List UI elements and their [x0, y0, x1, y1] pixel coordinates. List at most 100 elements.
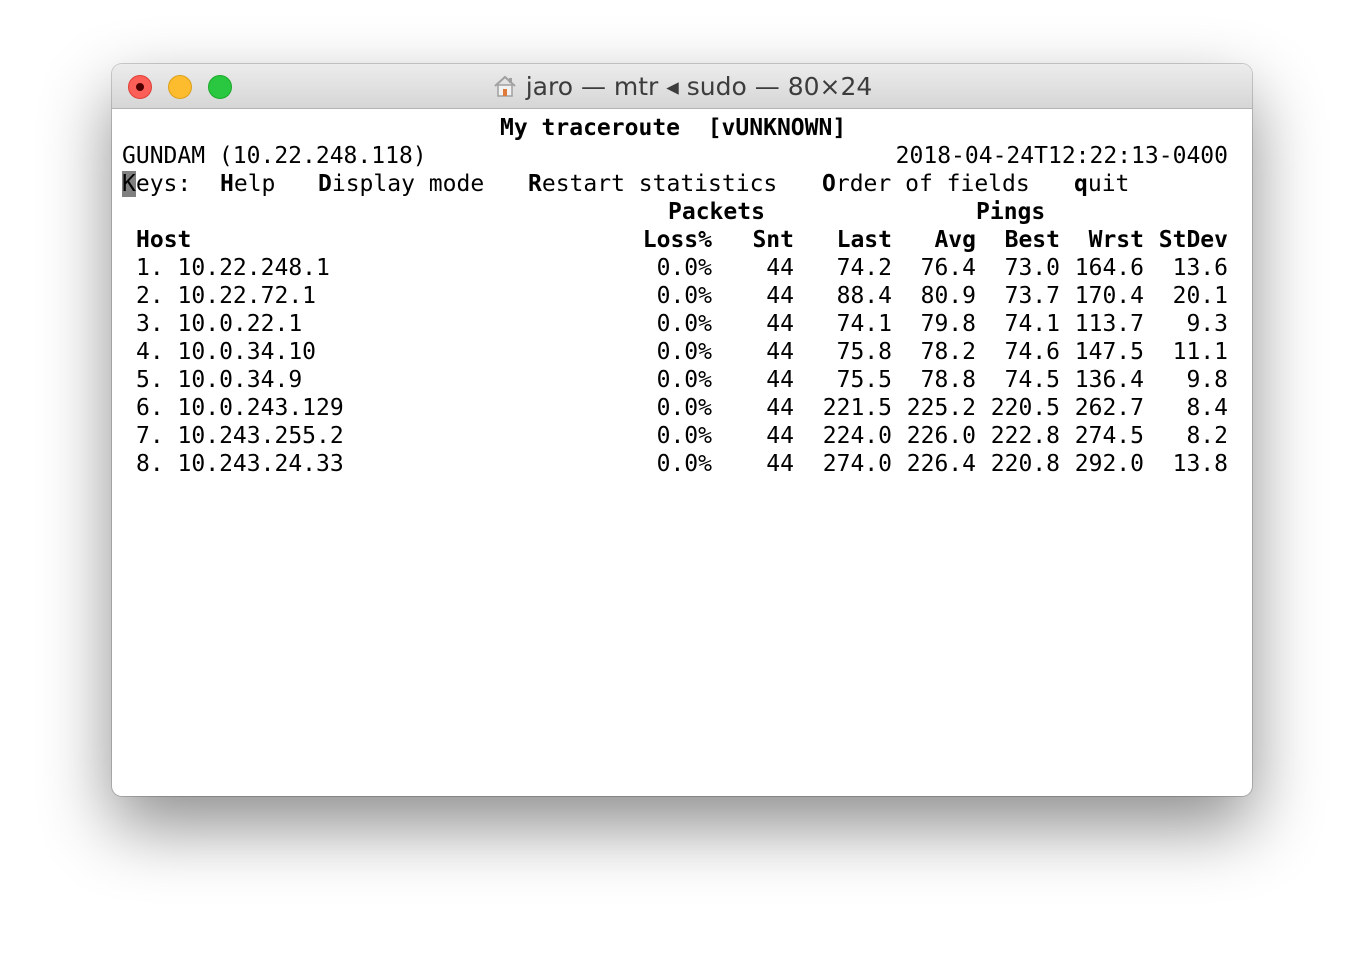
hop-host: 7. 10.243.255.2: [136, 423, 344, 449]
terminal-window: jaro — mtr ◂ sudo — 80×24 My traceroute …: [112, 64, 1252, 796]
hop-loss: 0.0%: [656, 311, 712, 337]
hop-wrst: 164.6: [1074, 255, 1144, 281]
hop-avg: 225.2: [906, 395, 976, 421]
hop-host: 6. 10.0.243.129: [136, 395, 344, 421]
table-row: 6. 10.0.243.129 0.0% 44 221.5 225.2 220.…: [122, 394, 1242, 422]
table-row: 7. 10.243.255.2 0.0% 44 224.0 226.0 222.…: [122, 422, 1242, 450]
hop-snt: 44: [766, 423, 794, 449]
hop-wrst: 136.4: [1074, 367, 1144, 393]
packets-header: Packets: [668, 199, 765, 225]
hop-last: 221.5: [822, 395, 892, 421]
hop-loss: 0.0%: [656, 283, 712, 309]
col-host: Host: [136, 227, 192, 253]
hop-best: 74.5: [1004, 367, 1060, 393]
mtr-title: My traceroute [vUNKNOWN]: [500, 115, 847, 141]
col-stdev: StDev: [1158, 227, 1228, 253]
hop-wrst: 292.0: [1074, 451, 1144, 477]
hop-wrst: 262.7: [1074, 395, 1144, 421]
hop-avg: 226.4: [906, 451, 976, 477]
key-restart-statistics[interactable]: Restart statistics: [528, 170, 777, 198]
hop-host: 8. 10.243.24.33: [136, 451, 344, 477]
local-host: GUNDAM (10.22.248.118): [122, 143, 427, 169]
hop-snt: 44: [766, 395, 794, 421]
host-line: GUNDAM (10.22.248.118) 2018-04-24T12:22:…: [122, 142, 1242, 170]
hop-loss: 0.0%: [656, 367, 712, 393]
hop-snt: 44: [766, 283, 794, 309]
hop-avg: 80.9: [920, 283, 976, 309]
hop-host: 3. 10.0.22.1: [136, 311, 303, 337]
pings-header: Pings: [976, 199, 1046, 225]
hop-last: 274.0: [822, 451, 892, 477]
hop-stdev: 9.8: [1186, 367, 1228, 393]
hop-last: 75.5: [836, 367, 892, 393]
hop-loss: 0.0%: [656, 395, 712, 421]
key-display-mode[interactable]: Display mode: [318, 170, 484, 198]
hop-wrst: 274.5: [1074, 423, 1144, 449]
hop-best: 74.1: [1004, 311, 1060, 337]
col-loss: Loss%: [642, 227, 712, 253]
group-header-line: Packets Pings: [122, 198, 1242, 226]
col-avg: Avg: [934, 227, 976, 253]
hop-stdev: 8.4: [1186, 395, 1228, 421]
keys-line: Keys: Help Display mode Restart statisti…: [122, 170, 1242, 198]
hop-avg: 79.8: [920, 311, 976, 337]
title-bar[interactable]: jaro — mtr ◂ sudo — 80×24: [112, 64, 1252, 109]
hop-avg: 226.0: [906, 423, 976, 449]
hop-snt: 44: [766, 311, 794, 337]
hop-host: 1. 10.22.248.1: [136, 255, 330, 281]
hop-loss: 0.0%: [656, 451, 712, 477]
table-row: 1. 10.22.248.1 0.0% 44 74.2 76.4 73.0 16…: [122, 254, 1242, 282]
table-row: 4. 10.0.34.10 0.0% 44 75.8 78.2 74.6 147…: [122, 338, 1242, 366]
hop-best: 220.5: [990, 395, 1060, 421]
hop-wrst: 113.7: [1074, 311, 1144, 337]
table-row: 2. 10.22.72.1 0.0% 44 88.4 80.9 73.7 170…: [122, 282, 1242, 310]
terminal-content[interactable]: My traceroute [vUNKNOWN] GUNDAM (10.22.2…: [122, 114, 1242, 796]
hop-loss: 0.0%: [656, 255, 712, 281]
home-icon: [492, 73, 518, 99]
hop-host: 5. 10.0.34.9: [136, 367, 303, 393]
hop-host: 2. 10.22.72.1: [136, 283, 317, 309]
col-best: Best: [1004, 227, 1060, 253]
table-row: 5. 10.0.34.9 0.0% 44 75.5 78.8 74.5 136.…: [122, 366, 1242, 394]
hop-stdev: 13.8: [1172, 451, 1228, 477]
terminal-cursor: K: [122, 171, 136, 197]
window-title: jaro — mtr ◂ sudo — 80×24: [112, 64, 1252, 108]
key-help[interactable]: Help: [220, 170, 275, 198]
hop-host: 4. 10.0.34.10: [136, 339, 317, 365]
hop-stdev: 11.1: [1172, 339, 1228, 365]
hop-last: 88.4: [836, 283, 892, 309]
hop-best: 73.7: [1004, 283, 1060, 309]
mtr-title-line: My traceroute [vUNKNOWN]: [122, 114, 1242, 142]
hop-snt: 44: [766, 339, 794, 365]
hop-avg: 78.8: [920, 367, 976, 393]
col-snt: Snt: [752, 227, 794, 253]
hop-last: 224.0: [822, 423, 892, 449]
hop-best: 73.0: [1004, 255, 1060, 281]
hop-best: 222.8: [990, 423, 1060, 449]
column-header-line: Host Loss% Snt Last Avg Best Wrst StDev: [122, 226, 1242, 254]
timestamp: 2018-04-24T12:22:13-0400: [895, 143, 1228, 169]
hop-stdev: 9.3: [1186, 311, 1228, 337]
col-last: Last: [836, 227, 892, 253]
hop-best: 74.6: [1004, 339, 1060, 365]
hop-wrst: 147.5: [1074, 339, 1144, 365]
hop-last: 75.8: [836, 339, 892, 365]
col-wrst: Wrst: [1088, 227, 1144, 253]
hop-last: 74.2: [836, 255, 892, 281]
hop-stdev: 13.6: [1172, 255, 1228, 281]
hop-snt: 44: [766, 255, 794, 281]
window-title-text: jaro — mtr ◂ sudo — 80×24: [525, 71, 873, 101]
hop-best: 220.8: [990, 451, 1060, 477]
hop-stdev: 8.2: [1186, 423, 1228, 449]
table-row: 8. 10.243.24.33 0.0% 44 274.0 226.4 220.…: [122, 450, 1242, 478]
hop-table: 1. 10.22.248.1 0.0% 44 74.2 76.4 73.0 16…: [122, 254, 1242, 478]
keys-label: eys:: [135, 171, 192, 197]
key-quit[interactable]: quit: [1074, 170, 1129, 198]
hop-stdev: 20.1: [1172, 283, 1228, 309]
hop-last: 74.1: [836, 311, 892, 337]
key-order-of-fields[interactable]: Order of fields: [822, 170, 1030, 198]
hop-snt: 44: [766, 367, 794, 393]
hop-avg: 76.4: [920, 255, 976, 281]
hop-wrst: 170.4: [1074, 283, 1144, 309]
hop-avg: 78.2: [920, 339, 976, 365]
